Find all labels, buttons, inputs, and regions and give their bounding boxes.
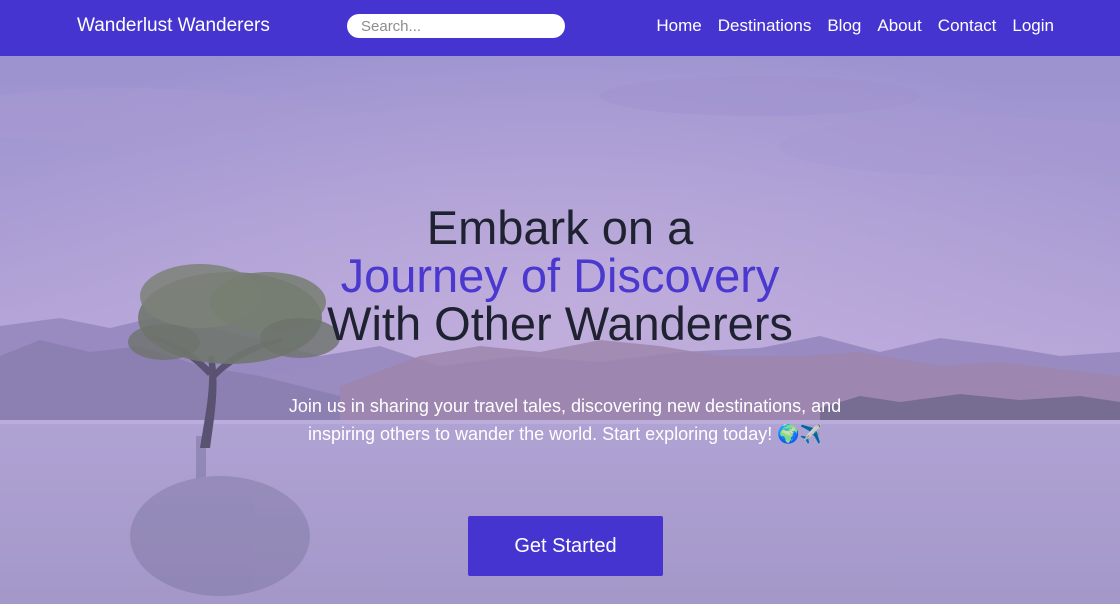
headline-line-3: With Other Wanderers: [327, 297, 793, 350]
nav-link-destinations[interactable]: Destinations: [718, 14, 812, 38]
top-navbar: Wanderlust Wanderers Home Destinations B…: [0, 0, 1120, 56]
headline-line-1: Embark on a: [426, 201, 694, 254]
nav-link-login[interactable]: Login: [1012, 14, 1054, 38]
search-input[interactable]: [347, 14, 565, 38]
nav-link-blog[interactable]: Blog: [827, 14, 861, 38]
hero-intro-text: Join us in sharing your travel tales, di…: [288, 396, 842, 444]
site-brand[interactable]: Wanderlust Wanderers: [77, 14, 270, 38]
headline-accent: Journey of Discovery: [340, 249, 780, 302]
nav-link-home[interactable]: Home: [656, 14, 701, 38]
get-started-button[interactable]: Get Started: [468, 516, 663, 576]
nav-links: Home Destinations Blog About Contact Log…: [656, 14, 1054, 38]
nav-link-about[interactable]: About: [877, 14, 921, 38]
hero-section: Embark on a Journey of Discovery With Ot…: [0, 56, 1120, 604]
nav-link-contact[interactable]: Contact: [938, 14, 997, 38]
hero-headline: Embark on a Journey of Discovery With Ot…: [0, 204, 1120, 348]
